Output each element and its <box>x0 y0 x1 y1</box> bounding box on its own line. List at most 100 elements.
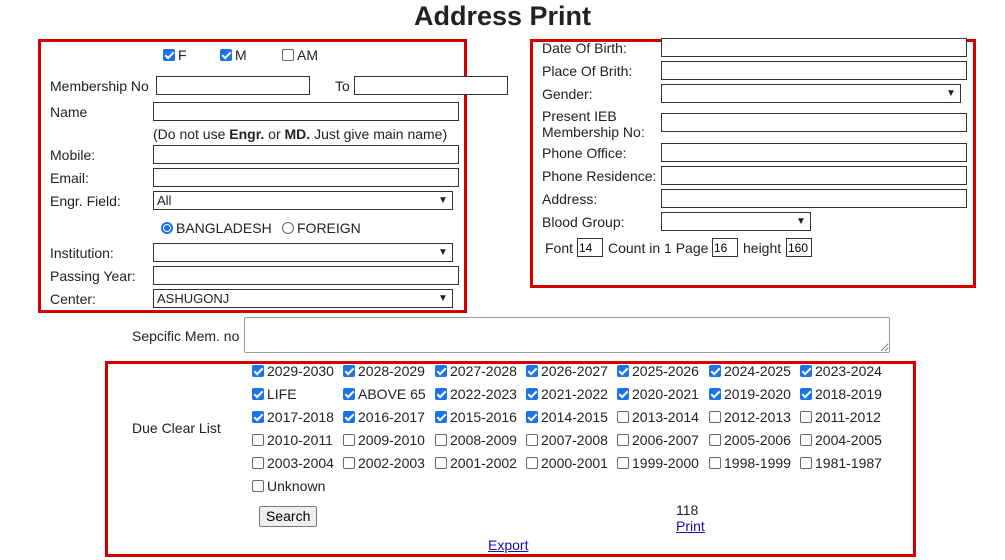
center-select[interactable]: ASHUGONJ ▼ <box>153 289 453 308</box>
checkbox-icon[interactable] <box>800 457 812 469</box>
checkbox-icon[interactable] <box>526 457 538 469</box>
checkbox-icon[interactable] <box>252 457 264 469</box>
due-year-checkbox[interactable]: 2029-2030 <box>252 363 334 379</box>
search-button[interactable]: Search <box>259 506 318 527</box>
engr-field-select[interactable]: All ▼ <box>153 191 453 210</box>
phone-residence-input[interactable] <box>661 166 967 185</box>
checkbox-icon[interactable] <box>282 49 294 61</box>
checkbox-icon[interactable] <box>709 365 721 377</box>
height-input[interactable] <box>786 238 812 257</box>
radio-icon[interactable] <box>161 222 173 234</box>
checkbox-icon[interactable] <box>709 457 721 469</box>
checkbox-icon[interactable] <box>709 388 721 400</box>
specific-mem-textarea[interactable] <box>244 317 890 353</box>
checkbox-icon[interactable] <box>343 434 355 446</box>
due-year-checkbox[interactable]: 2000-2001 <box>526 455 608 471</box>
checkbox-icon[interactable] <box>526 388 538 400</box>
checkbox-icon[interactable] <box>800 434 812 446</box>
due-year-checkbox[interactable]: 2016-2017 <box>343 409 425 425</box>
checkbox-icon[interactable] <box>435 411 447 423</box>
checkbox-icon[interactable] <box>435 434 447 446</box>
font-size-input[interactable] <box>577 238 603 257</box>
membership-no-to-input[interactable] <box>354 76 508 95</box>
due-year-checkbox[interactable]: 2003-2004 <box>252 455 334 471</box>
due-year-checkbox[interactable]: 2026-2027 <box>526 363 608 379</box>
due-year-checkbox[interactable]: 2012-2013 <box>709 409 791 425</box>
checkbox-icon[interactable] <box>709 434 721 446</box>
due-year-checkbox[interactable]: 2018-2019 <box>800 386 882 402</box>
due-year-checkbox[interactable]: 2017-2018 <box>252 409 334 425</box>
gender-check-f[interactable]: F <box>163 47 187 63</box>
due-year-checkbox[interactable]: 2024-2025 <box>709 363 791 379</box>
due-year-checkbox[interactable]: 2027-2028 <box>435 363 517 379</box>
due-year-checkbox[interactable]: 2010-2011 <box>252 432 333 448</box>
passing-year-input[interactable] <box>153 266 459 285</box>
due-year-checkbox[interactable]: 2028-2029 <box>343 363 425 379</box>
due-year-checkbox[interactable]: 2001-2002 <box>435 455 517 471</box>
due-year-checkbox[interactable]: 1999-2000 <box>617 455 699 471</box>
checkbox-icon[interactable] <box>252 365 264 377</box>
checkbox-icon[interactable] <box>343 365 355 377</box>
gender-check-am[interactable]: AM <box>282 47 318 63</box>
checkbox-icon[interactable] <box>343 411 355 423</box>
checkbox-icon[interactable] <box>617 365 629 377</box>
mobile-input[interactable] <box>153 145 459 164</box>
checkbox-icon[interactable] <box>435 365 447 377</box>
gender-select[interactable]: ▼ <box>661 84 961 103</box>
address-input[interactable] <box>661 189 967 208</box>
due-year-checkbox[interactable]: 2013-2014 <box>617 409 699 425</box>
checkbox-icon[interactable] <box>800 388 812 400</box>
checkbox-icon[interactable] <box>343 457 355 469</box>
due-year-checkbox[interactable]: 2004-2005 <box>800 432 882 448</box>
checkbox-icon[interactable] <box>800 365 812 377</box>
checkbox-icon[interactable] <box>435 457 447 469</box>
ieb-membership-input[interactable] <box>661 113 967 132</box>
count-per-page-input[interactable] <box>712 238 738 257</box>
due-year-checkbox[interactable]: 2002-2003 <box>343 455 425 471</box>
due-year-checkbox[interactable]: LIFE <box>252 386 297 402</box>
checkbox-icon[interactable] <box>617 457 629 469</box>
due-year-checkbox[interactable]: 2019-2020 <box>709 386 791 402</box>
phone-office-input[interactable] <box>661 143 967 162</box>
gender-check-m[interactable]: M <box>220 47 247 63</box>
due-year-checkbox[interactable]: 2007-2008 <box>526 432 608 448</box>
email-input[interactable] <box>153 168 459 187</box>
due-year-checkbox[interactable]: 2006-2007 <box>617 432 699 448</box>
checkbox-icon[interactable] <box>220 49 232 61</box>
checkbox-icon[interactable] <box>163 49 175 61</box>
checkbox-icon[interactable] <box>252 434 264 446</box>
pob-input[interactable] <box>661 61 967 80</box>
checkbox-icon[interactable] <box>526 411 538 423</box>
due-year-checkbox[interactable]: Unknown <box>252 478 325 494</box>
checkbox-icon[interactable] <box>526 434 538 446</box>
due-year-checkbox[interactable]: 2014-2015 <box>526 409 608 425</box>
checkbox-icon[interactable] <box>526 365 538 377</box>
checkbox-icon[interactable] <box>800 411 812 423</box>
due-year-checkbox[interactable]: ABOVE 65 <box>343 386 426 402</box>
due-year-checkbox[interactable]: 1998-1999 <box>709 455 791 471</box>
checkbox-icon[interactable] <box>252 411 264 423</box>
due-year-checkbox[interactable]: 2009-2010 <box>343 432 425 448</box>
due-year-checkbox[interactable]: 2023-2024 <box>800 363 882 379</box>
checkbox-icon[interactable] <box>617 411 629 423</box>
radio-icon[interactable] <box>282 222 294 234</box>
country-radio-foreign[interactable]: FOREIGN <box>282 220 361 236</box>
name-input[interactable] <box>153 102 459 121</box>
institution-select[interactable]: ▼ <box>153 243 453 262</box>
checkbox-icon[interactable] <box>252 480 264 492</box>
due-year-checkbox[interactable]: 2021-2022 <box>526 386 608 402</box>
checkbox-icon[interactable] <box>435 388 447 400</box>
due-year-checkbox[interactable]: 2005-2006 <box>709 432 791 448</box>
country-radio-bangladesh[interactable]: BANGLADESH <box>161 220 272 236</box>
due-year-checkbox[interactable]: 2015-2016 <box>435 409 517 425</box>
print-link[interactable]: Print <box>676 518 705 534</box>
dob-input[interactable] <box>661 38 967 57</box>
blood-group-select[interactable]: ▼ <box>661 212 811 231</box>
due-year-checkbox[interactable]: 2008-2009 <box>435 432 517 448</box>
due-year-checkbox[interactable]: 2022-2023 <box>435 386 517 402</box>
checkbox-icon[interactable] <box>709 411 721 423</box>
checkbox-icon[interactable] <box>617 434 629 446</box>
export-link[interactable]: Export <box>488 537 528 553</box>
checkbox-icon[interactable] <box>252 388 264 400</box>
due-year-checkbox[interactable]: 1981-1987 <box>800 455 882 471</box>
